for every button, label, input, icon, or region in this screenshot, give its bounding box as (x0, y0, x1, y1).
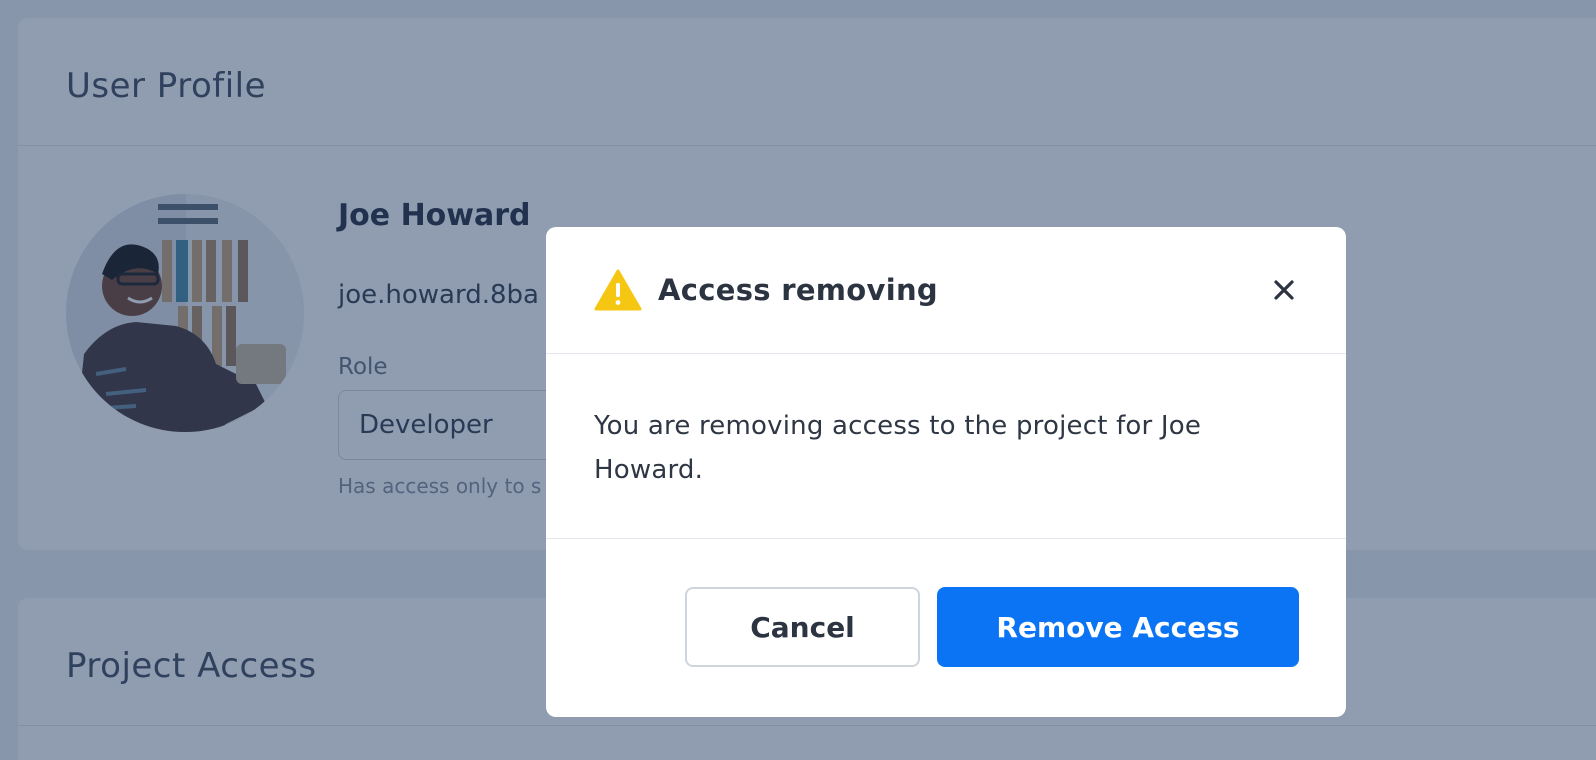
dialog-header: Access removing (546, 227, 1346, 354)
close-icon[interactable] (1270, 276, 1298, 304)
dialog-title: Access removing (658, 273, 938, 307)
remove-access-button[interactable]: Remove Access (937, 587, 1299, 667)
dialog-body: You are removing access to the project f… (546, 354, 1346, 539)
access-removal-dialog: Access removing You are removing access … (546, 227, 1346, 717)
warning-triangle-icon (594, 269, 642, 311)
cancel-button[interactable]: Cancel (685, 587, 920, 667)
dialog-message: You are removing access to the project f… (594, 411, 1202, 485)
dialog-footer: Cancel Remove Access (546, 539, 1346, 717)
